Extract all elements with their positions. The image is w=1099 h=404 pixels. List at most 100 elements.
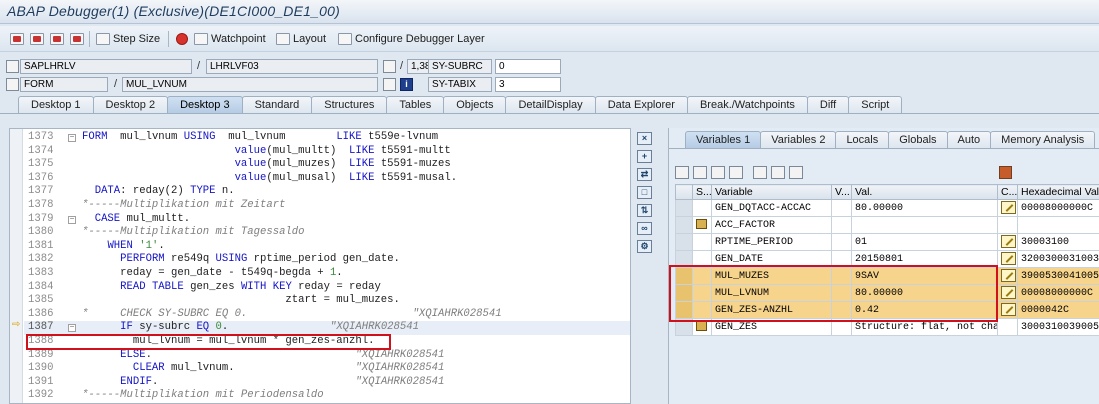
sy-tabix-value[interactable]: 3 (495, 77, 561, 92)
tab-locals[interactable]: Locals (835, 131, 890, 148)
tab-structures[interactable]: Structures (311, 96, 388, 113)
tab-globals[interactable]: Globals (888, 131, 948, 148)
tab-break-watchpoints[interactable]: Break./Watchpoints (686, 96, 808, 113)
code-line[interactable]: 1392 *-----Multiplikation mit Periodensal… (24, 389, 630, 403)
info-icon[interactable]: i (400, 78, 413, 91)
hierarchy-icon[interactable] (753, 166, 767, 179)
code-line[interactable]: 1380 *-----Multiplikation mit Tagessaldo (24, 226, 630, 240)
delete-icon[interactable] (675, 166, 689, 179)
tab-standard[interactable]: Standard (241, 96, 313, 113)
replace-tool-icon[interactable]: ⇄ (637, 168, 652, 181)
layout-button[interactable]: Layout (276, 31, 326, 47)
column-header[interactable]: Variable (711, 184, 832, 200)
row-selector[interactable] (675, 199, 693, 217)
link-icon[interactable]: ∞ (637, 222, 652, 235)
select-all-icon[interactable] (693, 166, 707, 179)
tab-diff[interactable]: Diff (806, 96, 850, 113)
row-selector[interactable] (675, 233, 693, 251)
code-line[interactable]: 1373 − FORM mul_lvnum USING mul_lvnum LIKE… (24, 131, 630, 145)
stop-button[interactable] (176, 31, 188, 47)
row-selector[interactable] (675, 216, 693, 234)
breakpoint-delete-icon[interactable] (50, 31, 64, 47)
code-line[interactable]: 1391 ENDIF. "XQIAHRK028541 (24, 376, 630, 390)
tab-objects[interactable]: Objects (443, 96, 507, 113)
event-type-field[interactable]: FORM (20, 77, 108, 92)
import-icon[interactable] (711, 166, 725, 179)
tab-script[interactable]: Script (848, 96, 903, 113)
close-icon[interactable]: × (637, 132, 652, 145)
code-line[interactable]: 1386 * CHECK SY-SUBRC EQ 0. "XQIAHRK02854… (24, 308, 630, 322)
variable-value[interactable]: 80.00000 (851, 199, 998, 217)
table-icon[interactable] (383, 78, 396, 91)
fold-toggle-icon[interactable]: − (68, 324, 76, 333)
column-header-blank[interactable] (675, 184, 693, 200)
tab-data-explorer[interactable]: Data Explorer (594, 96, 688, 113)
save-icon[interactable] (999, 166, 1012, 179)
pencil-edit-icon[interactable] (1001, 303, 1016, 317)
variable-row[interactable]: RPTIME_PERIOD 01 30003100 (675, 233, 1099, 251)
code-line[interactable]: 1381 WHEN '1'. (24, 240, 630, 254)
navigate-icon[interactable] (771, 166, 785, 179)
program-field[interactable]: SAPLHRLV (20, 59, 192, 74)
configure-debugger-layer-button[interactable]: Configure Debugger Layer (338, 31, 485, 47)
code-line[interactable]: 1382 PERFORM re549q USING rptime_period … (24, 253, 630, 267)
pencil-edit-icon[interactable] (1001, 286, 1016, 300)
pencil-edit-icon[interactable] (1001, 201, 1016, 215)
tab-desktop-3[interactable]: Desktop 3 (167, 96, 243, 113)
variable-value[interactable] (851, 216, 998, 234)
code-line[interactable]: 1376 value(mul_musal) LIKE t5591-musal. (24, 172, 630, 186)
tab-desktop-1[interactable]: Desktop 1 (18, 96, 94, 113)
variable-row[interactable]: ACC_FACTOR (675, 216, 1099, 234)
sy-subrc-value[interactable]: 0 (495, 59, 561, 74)
pencil-edit-icon[interactable] (1001, 269, 1016, 283)
export-icon[interactable] (729, 166, 743, 179)
new-tool-icon[interactable]: + (637, 150, 652, 163)
object-icon[interactable] (789, 166, 803, 179)
include-field[interactable]: LHRLVF03 (206, 59, 378, 74)
tab-auto[interactable]: Auto (946, 131, 992, 148)
code-line[interactable]: 1374 value(mul_multt) LIKE t5591-multt (24, 145, 630, 159)
code-line[interactable]: 1389 ELSE. "XQIAHRK028541 (24, 349, 630, 363)
source-code-editor[interactable]: 1373− FORM mul_lvnum USING mul_lvnum LIKE… (9, 128, 631, 404)
tab-detaildisplay[interactable]: DetailDisplay (505, 96, 596, 113)
code-line[interactable]: 1377 DATA: reday(2) TYPE n. (24, 185, 630, 199)
variable-value[interactable]: 01 (851, 233, 998, 251)
tab-variables-1[interactable]: Variables 1 (685, 131, 762, 148)
column-header[interactable]: S... (692, 184, 712, 200)
breakpoint-session-icon[interactable] (30, 31, 44, 47)
watchpoint-button[interactable]: Watchpoint (194, 31, 266, 47)
breakpoint-icon[interactable] (10, 31, 24, 47)
variable-name[interactable]: RPTIME_PERIOD (711, 233, 832, 251)
code-line[interactable]: ⇨ 1387 − IF sy-subrc EQ 0. "XQIAHRK028541 (12, 321, 630, 335)
fold-toggle-icon[interactable]: − (68, 134, 76, 142)
tab-tables[interactable]: Tables (386, 96, 445, 113)
pencil-edit-icon[interactable] (1001, 235, 1016, 249)
column-header[interactable]: Val. (851, 184, 998, 200)
variable-row[interactable]: GEN_DQTACC-ACCAC 80.00000 00008000000C (675, 199, 1099, 217)
variable-name[interactable]: ACC_FACTOR (711, 216, 832, 234)
code-line[interactable]: 1379 − CASE mul_multt. (24, 213, 630, 227)
step-size-button[interactable]: Step Size (96, 31, 160, 47)
code-line[interactable]: 1390 CLEAR mul_lvnum. "XQIAHRK028541 (24, 362, 630, 376)
tab-variables-2[interactable]: Variables 2 (760, 131, 837, 148)
code-line[interactable]: 1383 reday = gen_date - t549q-begda + 1. (24, 267, 630, 281)
column-header[interactable]: Hexadecimal Value (1017, 184, 1099, 200)
tab-desktop-2[interactable]: Desktop 2 (92, 96, 169, 113)
pencil-edit-icon[interactable] (1001, 252, 1016, 266)
variable-name[interactable]: GEN_DQTACC-ACCAC (711, 199, 832, 217)
fold-toggle-icon[interactable]: − (68, 215, 76, 224)
services-icon[interactable]: ⚙ (637, 240, 652, 253)
watch-icon[interactable] (70, 31, 84, 47)
source-icon[interactable] (383, 60, 396, 73)
code-line[interactable]: 1378 *-----Multiplikation mit Zeitart (24, 199, 630, 213)
code-line[interactable]: 1385 ztart = mul_muzes. (24, 294, 630, 308)
maximize-icon[interactable]: □ (637, 186, 652, 199)
code-line[interactable]: 1375 value(mul_muzes) LIKE t5591-muzes (24, 158, 630, 172)
column-header[interactable]: V... (831, 184, 852, 200)
column-header[interactable]: C... (997, 184, 1018, 200)
code-line[interactable]: 1384 READ TABLE gen_zes WITH KEY reday =… (24, 281, 630, 295)
tab-memory-analysis[interactable]: Memory Analysis (990, 131, 1096, 148)
swap-icon[interactable]: ⇅ (637, 204, 652, 217)
code-token: '1' (139, 239, 159, 252)
event-name-field[interactable]: MUL_LVNUM (122, 77, 378, 92)
